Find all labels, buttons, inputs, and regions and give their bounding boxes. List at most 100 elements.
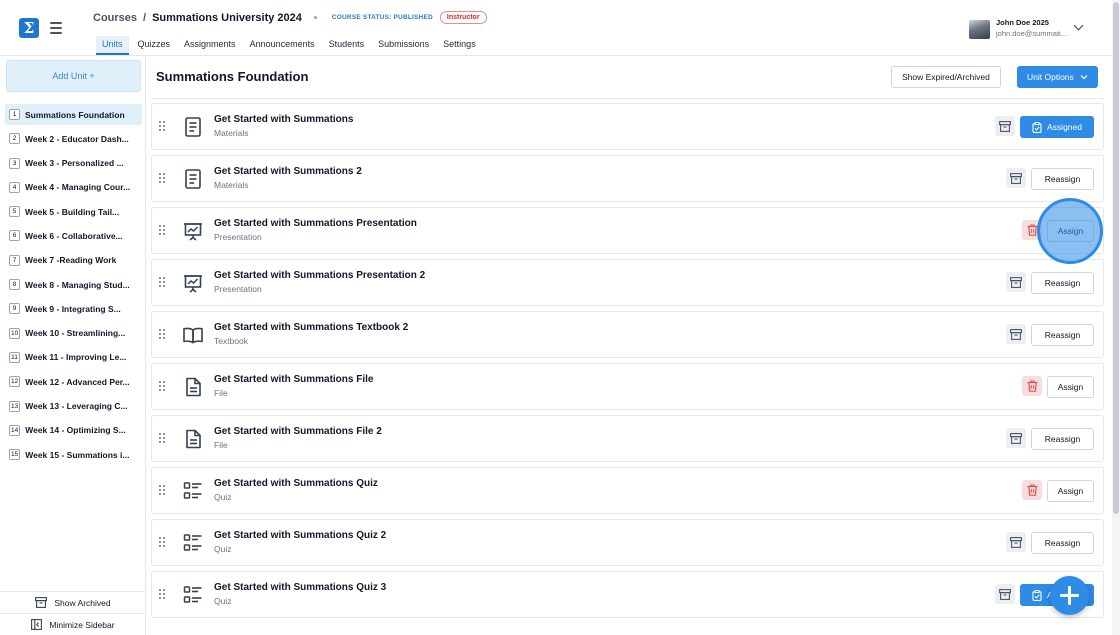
app-root: Σ Courses / Summations University 2024 C…: [0, 0, 1120, 635]
minimize-sidebar-button[interactable]: Minimize Sidebar: [0, 613, 146, 635]
material-row[interactable]: Get Started with Summations Quiz 3QuizAs…: [151, 571, 1104, 618]
tab-students[interactable]: Students: [329, 36, 365, 55]
archive-button[interactable]: [1006, 532, 1026, 552]
archive-button[interactable]: [1006, 428, 1026, 448]
reassign-button[interactable]: Reassign: [1031, 324, 1094, 346]
tab-announcements[interactable]: Announcements: [250, 36, 315, 55]
sidebar-unit-item[interactable]: 7 Week 7 -Reading Work: [5, 250, 142, 271]
material-title[interactable]: Get Started with Summations Quiz 3: [214, 582, 386, 593]
material-title[interactable]: Get Started with Summations Presentation…: [214, 270, 425, 281]
drag-handle-icon[interactable]: [159, 589, 165, 599]
drag-handle-icon[interactable]: [159, 485, 165, 495]
user-name: John Doe 2025: [996, 18, 1049, 27]
archive-button[interactable]: [1006, 168, 1026, 188]
material-row[interactable]: Get Started with Summations Quiz Quiz Assi…: [151, 467, 1104, 514]
material-title[interactable]: Get Started with Summations File: [214, 374, 373, 385]
reassign-button[interactable]: Reassign: [1031, 532, 1094, 554]
drag-handle-icon[interactable]: [159, 225, 165, 235]
tab-units[interactable]: Units: [96, 36, 129, 55]
sidebar-unit-item[interactable]: 14 Week 14 - Optimizing S...: [5, 420, 142, 441]
scrollbar-thumb[interactable]: [1113, 2, 1119, 514]
delete-button[interactable]: [1022, 376, 1042, 396]
show-expired-archived-button[interactable]: Show Expired/Archived: [891, 66, 1001, 88]
unit-name: Week 14 - Optimizing S...: [25, 425, 126, 436]
add-fab-button[interactable]: [1050, 576, 1089, 615]
archive-icon: [999, 120, 1011, 132]
sidebar-unit-item[interactable]: 5 Week 5 - Building Tail...: [5, 201, 142, 222]
material-row[interactable]: Get Started with Summations Quiz 2 Quiz Re…: [151, 519, 1104, 566]
material-row[interactable]: Get Started with Summations Textbook 2 Te…: [151, 311, 1104, 358]
material-row[interactable]: Get Started with Summations 2 Materials Re…: [151, 155, 1104, 202]
reassign-button[interactable]: Reassign: [1031, 428, 1094, 450]
sidebar-unit-item[interactable]: 3 Week 3 - Personalized ...: [5, 153, 142, 174]
material-row[interactable]: Get Started with Summations File File Assi…: [151, 363, 1104, 410]
archive-button[interactable]: [1006, 324, 1026, 344]
unit-number-badge: 3: [9, 157, 20, 169]
tab-assignments[interactable]: Assignments: [184, 36, 236, 55]
tab-submissions[interactable]: Submissions: [378, 36, 429, 55]
unit-options-button[interactable]: Unit Options: [1017, 66, 1099, 88]
material-title[interactable]: Get Started with Summations Textbook 2: [214, 322, 408, 333]
sidebar-unit-item[interactable]: 4 Week 4 - Managing Cour...: [5, 177, 142, 198]
material-title[interactable]: Get Started with Summations File 2: [214, 426, 382, 437]
sidebar-unit-item[interactable]: 12 Week 12 - Advanced Per...: [5, 371, 142, 392]
material-title[interactable]: Get Started with Summations 2: [214, 166, 362, 177]
material-row[interactable]: Get Started with Summations File 2 File Re…: [151, 415, 1104, 462]
reassign-button[interactable]: Reassign: [1031, 168, 1094, 190]
drag-handle-icon[interactable]: [159, 173, 165, 183]
archive-icon: [1010, 432, 1022, 444]
reassign-button[interactable]: Reassign: [1031, 272, 1094, 294]
unit-name: Week 3 - Personalized ...: [25, 158, 124, 169]
app-logo[interactable]: Σ: [19, 18, 39, 38]
material-type: File: [214, 440, 228, 450]
sidebar-unit-item[interactable]: 1 Summations Foundation: [5, 104, 142, 125]
assign-button[interactable]: Assign: [1047, 376, 1094, 398]
show-archived-button[interactable]: Show Archived: [0, 591, 146, 613]
assign-button[interactable]: Assign: [1047, 480, 1094, 502]
file-icon: [182, 376, 204, 398]
action-label: Reassign: [1044, 538, 1081, 548]
delete-button[interactable]: [1022, 480, 1042, 500]
material-row[interactable]: Get Started with Summations Materials Assi…: [151, 103, 1104, 150]
course-status-text: COURSE STATUS: PUBLISHED: [331, 14, 433, 21]
archive-icon: [1010, 172, 1022, 184]
tab-settings[interactable]: Settings: [443, 36, 476, 55]
archive-button[interactable]: [1006, 272, 1026, 292]
sidebar-unit-item[interactable]: 2 Week 2 - Educator Dash...: [5, 128, 142, 149]
unit-name: Week 6 - Collaborative...: [25, 230, 123, 241]
assigned-button[interactable]: Assigned: [1020, 116, 1094, 138]
sidebar-unit-item[interactable]: 6 Week 6 - Collaborative...: [5, 225, 142, 246]
breadcrumb-courses-link[interactable]: Courses: [93, 12, 137, 24]
trash-icon: [1027, 380, 1038, 392]
tab-quizzes[interactable]: Quizzes: [138, 36, 171, 55]
drag-handle-icon[interactable]: [159, 277, 165, 287]
hamburger-menu-icon[interactable]: [50, 22, 62, 34]
drag-handle-icon[interactable]: [159, 433, 165, 443]
material-title[interactable]: Get Started with Summations: [214, 114, 353, 125]
material-title[interactable]: Get Started with Summations Quiz: [214, 478, 378, 489]
user-menu[interactable]: John Doe 2025 john.doe@summati...: [969, 18, 1089, 40]
unit-name: Week 10 - Streamlining...: [25, 328, 126, 339]
sidebar-unit-item[interactable]: 8 Week 8 - Managing Stud...: [5, 274, 142, 295]
archive-button[interactable]: [995, 584, 1015, 604]
sidebar-unit-item[interactable]: 11 Week 11 - Improving Le...: [5, 347, 142, 368]
sidebar-unit-item[interactable]: 15 Week 15 - Summations i...: [5, 444, 142, 465]
presentation-icon: [182, 272, 204, 294]
material-title[interactable]: Get Started with Summations Presentation: [214, 218, 417, 229]
material-row[interactable]: Get Started with Summations Presentation…: [151, 207, 1104, 254]
main-content: Summations Foundation Show Expired/Archi…: [151, 56, 1112, 635]
archive-button[interactable]: [995, 116, 1015, 136]
sidebar-unit-item[interactable]: 13 Week 13 - Leveraging C...: [5, 396, 142, 417]
material-type: Quiz: [214, 544, 232, 554]
material-row[interactable]: Get Started with Summations Presentation…: [151, 259, 1104, 306]
chevron-down-icon[interactable]: [1073, 20, 1084, 31]
drag-handle-icon[interactable]: [159, 537, 165, 547]
material-title[interactable]: Get Started with Summations Quiz 2: [214, 530, 386, 541]
page-scrollbar[interactable]: [1112, 0, 1120, 635]
drag-handle-icon[interactable]: [159, 329, 165, 339]
drag-handle-icon[interactable]: [159, 121, 165, 131]
sidebar-unit-item[interactable]: 9 Week 9 - Integrating S...: [5, 298, 142, 319]
drag-handle-icon[interactable]: [159, 381, 165, 391]
sidebar-unit-item[interactable]: 10 Week 10 - Streamlining...: [5, 323, 142, 344]
add-unit-button[interactable]: Add Unit +: [6, 60, 141, 92]
